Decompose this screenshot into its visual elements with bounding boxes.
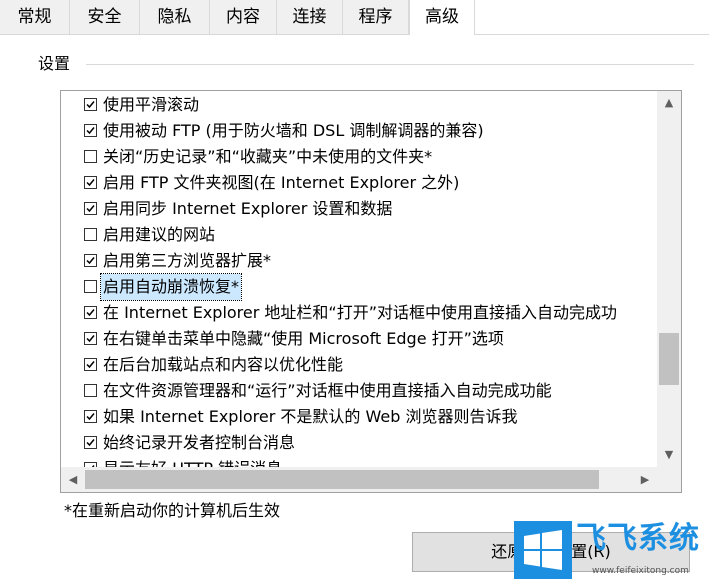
setting-label: 在 Internet Explorer 地址栏和“打开”对话框中使用直接插入自动… bbox=[103, 303, 617, 322]
checkbox[interactable] bbox=[84, 176, 97, 189]
vertical-scroll-thumb[interactable] bbox=[659, 333, 679, 385]
settings-listbox[interactable]: 使用平滑滚动 使用被动 FTP (用于防火墙和 DSL 调制解调器的兼容) 关闭… bbox=[60, 90, 682, 493]
watermark-text: 飞飞系统 bbox=[576, 521, 700, 556]
setting-row[interactable]: 在右键单击菜单中隐藏“使用 Microsoft Edge 打开”选项 bbox=[81, 326, 657, 352]
setting-row[interactable]: 始终记录开发者控制台消息 bbox=[81, 430, 657, 456]
setting-row-selected[interactable]: 启用自动崩溃恢复* bbox=[81, 273, 657, 301]
setting-label: 始终记录开发者控制台消息 bbox=[103, 433, 296, 452]
checkbox[interactable] bbox=[84, 410, 97, 423]
setting-label: 启用同步 Internet Explorer 设置和数据 bbox=[103, 199, 393, 218]
checkbox[interactable] bbox=[84, 98, 97, 111]
scrollbar-corner bbox=[657, 467, 681, 492]
tab-privacy[interactable]: 隐私 bbox=[140, 0, 210, 34]
setting-label: 启用 FTP 文件夹视图(在 Internet Explorer 之外) bbox=[103, 173, 460, 192]
horizontal-scroll-thumb[interactable] bbox=[85, 470, 599, 489]
scroll-down-icon[interactable]: ▼ bbox=[657, 443, 681, 467]
setting-row[interactable]: 如果 Internet Explorer 不是默认的 Web 浏览器则告诉我 bbox=[81, 404, 657, 430]
setting-row[interactable]: 使用被动 FTP (用于防火墙和 DSL 调制解调器的兼容) bbox=[81, 118, 657, 144]
tab-content[interactable]: 内容 bbox=[210, 0, 277, 34]
setting-label: 关闭“历史记录”和“收藏夹”中未使用的文件夹* bbox=[103, 147, 433, 166]
setting-row[interactable]: 启用同步 Internet Explorer 设置和数据 bbox=[81, 196, 657, 222]
setting-label: 如果 Internet Explorer 不是默认的 Web 浏览器则告诉我 bbox=[103, 407, 518, 426]
restart-note: *在重新启动你的计算机后生效 bbox=[64, 501, 281, 520]
tab-general[interactable]: 常规 bbox=[0, 0, 70, 34]
setting-label-selected: 启用自动崩溃恢复* bbox=[99, 273, 243, 301]
checkbox[interactable] bbox=[84, 358, 97, 371]
tab-bar: 常规 安全 隐私 内容 连接 程序 高级 bbox=[0, 0, 709, 35]
vertical-scrollbar[interactable]: ▲ ▼ bbox=[657, 91, 681, 467]
scroll-left-icon[interactable]: ◀ bbox=[61, 467, 85, 492]
setting-label: 启用第三方浏览器扩展* bbox=[103, 251, 272, 270]
group-divider bbox=[86, 64, 694, 65]
checkbox[interactable] bbox=[84, 150, 97, 163]
setting-row[interactable]: 启用 FTP 文件夹视图(在 Internet Explorer 之外) bbox=[81, 170, 657, 196]
site-watermark: 飞飞系统 www.feifeixitong.com bbox=[514, 515, 709, 581]
setting-row[interactable]: 在文件资源管理器和“运行”对话框中使用直接插入自动完成功能 bbox=[81, 378, 657, 404]
tab-advanced[interactable]: 高级 bbox=[409, 0, 475, 35]
tab-programs[interactable]: 程序 bbox=[343, 0, 409, 34]
setting-label: 显示友好 HTTP 错误消息 bbox=[103, 456, 282, 467]
setting-row[interactable]: 显示友好 HTTP 错误消息 bbox=[81, 456, 657, 467]
checkbox[interactable] bbox=[84, 280, 97, 293]
watermark-url: www.feifeixitong.com bbox=[592, 566, 689, 576]
checkbox[interactable] bbox=[84, 254, 97, 267]
tab-connections[interactable]: 连接 bbox=[277, 0, 343, 34]
setting-label: 使用被动 FTP (用于防火墙和 DSL 调制解调器的兼容) bbox=[103, 121, 484, 140]
setting-label: 启用建议的网站 bbox=[103, 225, 216, 244]
scroll-up-icon[interactable]: ▲ bbox=[657, 91, 681, 115]
setting-label: 在文件资源管理器和“运行”对话框中使用直接插入自动完成功能 bbox=[103, 381, 552, 400]
setting-label: 在后台加载站点和内容以优化性能 bbox=[103, 355, 344, 374]
setting-row[interactable]: 使用平滑滚动 bbox=[81, 92, 657, 118]
setting-row[interactable]: 关闭“历史记录”和“收藏夹”中未使用的文件夹* bbox=[81, 144, 657, 170]
tab-security[interactable]: 安全 bbox=[70, 0, 140, 34]
checkbox[interactable] bbox=[84, 306, 97, 319]
checkbox[interactable] bbox=[84, 124, 97, 137]
setting-row[interactable]: 启用第三方浏览器扩展* bbox=[81, 248, 657, 274]
setting-row[interactable]: 启用建议的网站 bbox=[81, 222, 657, 248]
checkbox[interactable] bbox=[84, 384, 97, 397]
checkbox[interactable] bbox=[84, 436, 97, 449]
setting-row[interactable]: 在 Internet Explorer 地址栏和“打开”对话框中使用直接插入自动… bbox=[81, 300, 657, 326]
setting-label: 使用平滑滚动 bbox=[103, 95, 200, 114]
setting-row[interactable]: 在后台加载站点和内容以优化性能 bbox=[81, 352, 657, 378]
scroll-right-icon[interactable]: ▶ bbox=[633, 467, 657, 492]
checkbox[interactable] bbox=[84, 332, 97, 345]
setting-label: 在右键单击菜单中隐藏“使用 Microsoft Edge 打开”选项 bbox=[103, 329, 504, 348]
checkbox[interactable] bbox=[84, 202, 97, 215]
windows-logo-icon bbox=[514, 521, 572, 579]
horizontal-scrollbar[interactable]: ◀ ▶ bbox=[61, 467, 657, 492]
settings-items: 使用平滑滚动 使用被动 FTP (用于防火墙和 DSL 调制解调器的兼容) 关闭… bbox=[61, 91, 657, 467]
settings-group-label: 设置 bbox=[38, 54, 71, 73]
checkbox[interactable] bbox=[84, 228, 97, 241]
